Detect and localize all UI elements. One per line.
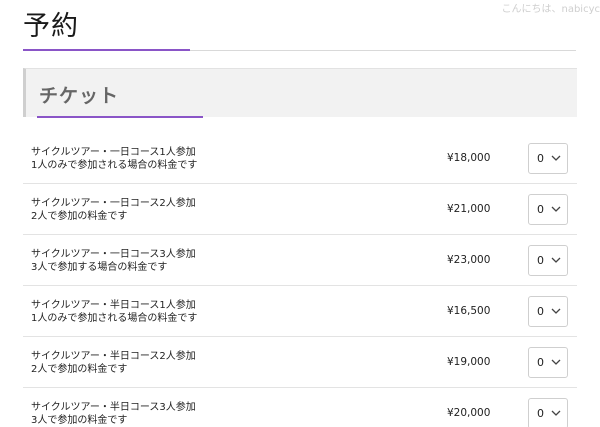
title-accent-underline [23, 49, 190, 51]
ticket-info: サイクルツアー・半日コース2人参加 2人で参加の料金です [31, 350, 196, 376]
chevron-down-icon [551, 308, 561, 314]
ticket-info: サイクルツアー・一日コース1人参加 1人のみで参加される場合の料金です [31, 146, 197, 172]
ticket-list: サイクルツアー・一日コース1人参加 1人のみで参加される場合の料金です ¥18,… [23, 133, 577, 427]
ticket-description: 2人で参加の料金です [31, 211, 128, 222]
ticket-name: サイクルツアー・半日コース2人参加 [31, 351, 196, 362]
ticket-description: 1人のみで参加される場合の料金です [31, 313, 198, 324]
ticket-section-header: チケット [23, 68, 577, 117]
ticket-price: ¥20,000 [447, 407, 491, 419]
quantity-value: 0 [537, 356, 544, 369]
quantity-select[interactable]: 0 [528, 347, 568, 378]
ticket-info: サイクルツアー・一日コース3人参加 3人で参加する場合の料金です [31, 248, 196, 274]
reservation-page: こんにちは、nabicyc 予約 チケット サイクルツアー・一日コース1人参加 … [0, 0, 600, 427]
ticket-row: サイクルツアー・一日コース3人参加 3人で参加する場合の料金です ¥23,000… [23, 235, 577, 286]
chevron-down-icon [551, 257, 561, 263]
ticket-description: 1人のみで参加される場合の料金です [31, 160, 198, 171]
ticket-description: 2人で参加の料金です [31, 364, 128, 375]
ticket-info: サイクルツアー・半日コース1人参加 1人のみで参加される場合の料金です [31, 299, 197, 325]
quantity-value: 0 [537, 254, 544, 267]
ticket-info: サイクルツアー・一日コース2人参加 2人で参加の料金です [31, 197, 196, 223]
ticket-row: サイクルツアー・一日コース2人参加 2人で参加の料金です ¥21,000 0 [23, 184, 577, 235]
ticket-name: サイクルツアー・一日コース1人参加 [31, 147, 196, 158]
ticket-name: サイクルツアー・一日コース3人参加 [31, 249, 196, 260]
ticket-row: サイクルツアー・半日コース3人参加 3人で参加の料金です ¥20,000 0 [23, 388, 577, 427]
ticket-price: ¥23,000 [447, 254, 491, 266]
ticket-description: 3人で参加する場合の料金です [31, 262, 168, 273]
ticket-row: サイクルツアー・半日コース2人参加 2人で参加の料金です ¥19,000 0 [23, 337, 577, 388]
quantity-select[interactable]: 0 [528, 143, 568, 174]
quantity-value: 0 [537, 305, 544, 318]
ticket-name: サイクルツアー・半日コース1人参加 [31, 300, 196, 311]
quantity-value: 0 [537, 152, 544, 165]
ticket-row: サイクルツアー・半日コース1人参加 1人のみで参加される場合の料金です ¥16,… [23, 286, 577, 337]
quantity-value: 0 [537, 203, 544, 216]
chevron-down-icon [551, 410, 561, 416]
quantity-select[interactable]: 0 [528, 398, 568, 427]
user-greeting: こんにちは、nabicyc [501, 4, 600, 15]
ticket-info: サイクルツアー・半日コース3人参加 3人で参加の料金です [31, 401, 196, 427]
ticket-price: ¥18,000 [447, 152, 491, 164]
quantity-select[interactable]: 0 [528, 194, 568, 225]
quantity-value: 0 [537, 407, 544, 420]
ticket-name: サイクルツアー・半日コース3人参加 [31, 402, 196, 413]
chevron-down-icon [551, 155, 561, 161]
page-title: 予約 [23, 11, 79, 42]
ticket-price: ¥19,000 [447, 356, 491, 368]
ticket-price: ¥21,000 [447, 203, 491, 215]
section-accent-underline [37, 116, 203, 118]
ticket-row: サイクルツアー・一日コース1人参加 1人のみで参加される場合の料金です ¥18,… [23, 133, 577, 184]
ticket-name: サイクルツアー・一日コース2人参加 [31, 198, 196, 209]
quantity-select[interactable]: 0 [528, 245, 568, 276]
ticket-price: ¥16,500 [447, 305, 491, 317]
chevron-down-icon [551, 206, 561, 212]
chevron-down-icon [551, 359, 561, 365]
quantity-select[interactable]: 0 [528, 296, 568, 327]
section-title: チケット [39, 85, 120, 107]
ticket-description: 3人で参加の料金です [31, 415, 128, 426]
